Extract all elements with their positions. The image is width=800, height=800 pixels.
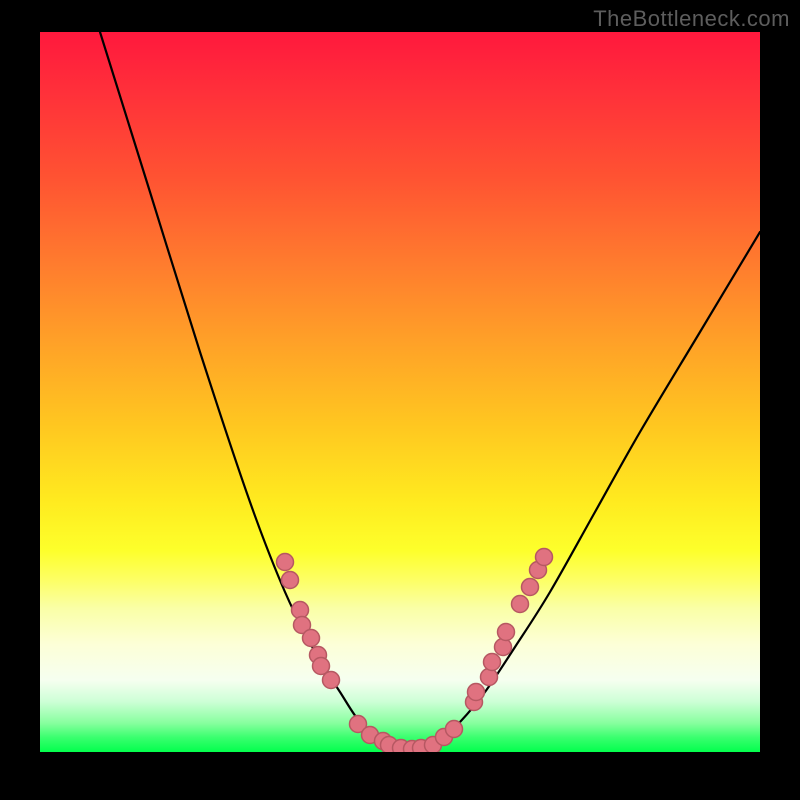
data-point [292, 602, 309, 619]
plot-area [40, 32, 760, 752]
data-point [468, 684, 485, 701]
data-point [512, 596, 529, 613]
data-point [323, 672, 340, 689]
data-point [495, 639, 512, 656]
chart-overlay [40, 32, 760, 752]
data-point [522, 579, 539, 596]
data-point [282, 572, 299, 589]
data-point [303, 630, 320, 647]
data-point [536, 549, 553, 566]
data-point [498, 624, 515, 641]
data-point [277, 554, 294, 571]
watermark-text: TheBottleneck.com [593, 6, 790, 32]
data-point [484, 654, 501, 671]
data-point [446, 721, 463, 738]
chart-container: TheBottleneck.com [0, 0, 800, 800]
data-point [481, 669, 498, 686]
bottleneck-curve [100, 32, 760, 750]
data-points [277, 549, 553, 753]
